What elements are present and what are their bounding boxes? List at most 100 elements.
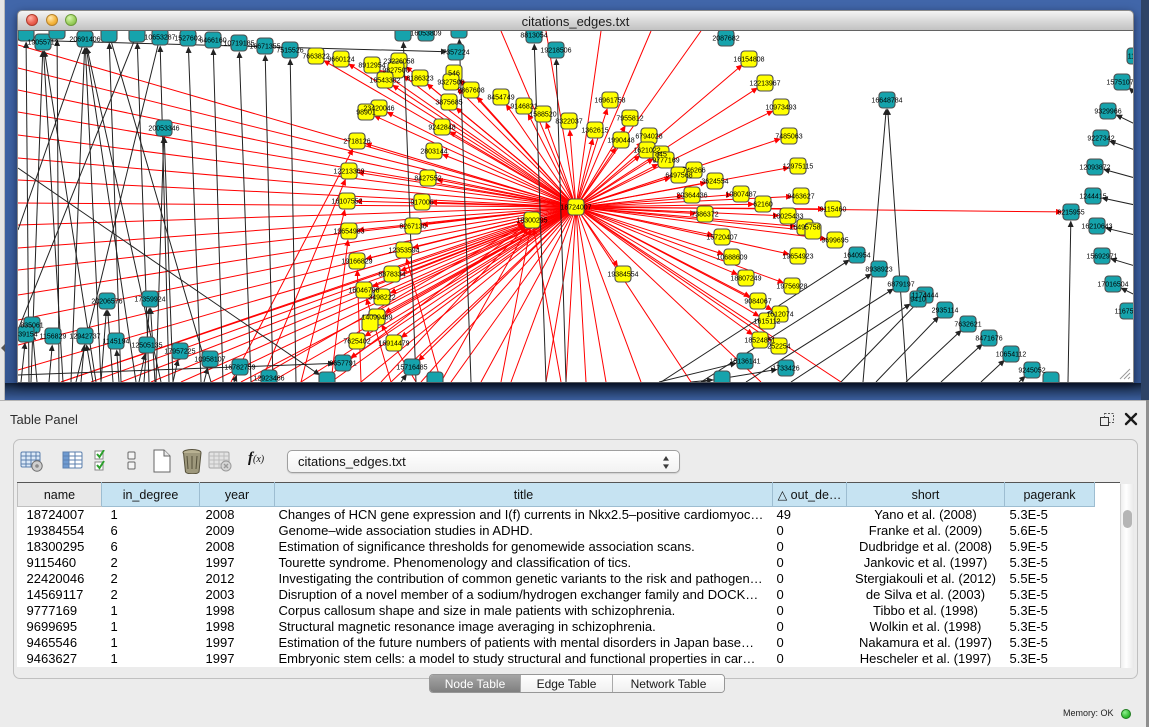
svg-text:9327508: 9327508 [437,80,464,87]
svg-text:12975115: 12975115 [783,164,814,171]
svg-text:18807249: 18807249 [730,276,761,283]
svg-text:15716485: 15716485 [396,365,427,372]
svg-text:18724007: 18724007 [560,205,591,212]
svg-text:9329966: 9329966 [1094,109,1121,116]
svg-text:7955812: 7955812 [616,116,643,123]
svg-text:8813054: 8813054 [520,33,547,40]
svg-text:23226058: 23226058 [383,59,414,66]
svg-text:16543382: 16543382 [369,78,400,85]
svg-text:19654923: 19654923 [782,254,813,261]
svg-text:16914479: 16914479 [378,341,409,348]
svg-text:7632621: 7632621 [954,322,981,329]
svg-text:1117: 1117 [1128,54,1134,61]
svg-text:7386372: 7386372 [691,212,718,219]
svg-text:8878334: 8878334 [378,272,405,279]
svg-text:2718126: 2718126 [343,139,370,146]
svg-text:20364436: 20364436 [676,193,707,200]
svg-text:2087682: 2087682 [712,36,739,43]
svg-text:546: 546 [448,71,460,78]
svg-text:12942737: 12942737 [69,334,100,341]
svg-text:252254: 252254 [767,344,790,351]
svg-text:7485063: 7485063 [775,134,802,141]
svg-text:10025433: 10025433 [772,214,803,221]
svg-text:1167533: 1167533 [1115,309,1134,316]
svg-text:9657791: 9657791 [329,361,356,368]
svg-text:12505135: 12505135 [131,343,162,350]
svg-text:835061: 835061 [20,323,43,330]
svg-text:19756928: 19756928 [776,284,807,291]
svg-text:17016504: 17016504 [1097,282,1128,289]
svg-text:6497568: 6497568 [665,173,692,180]
svg-text:1615112: 1615112 [754,319,781,326]
svg-text:12353594: 12353594 [388,248,419,255]
svg-text:9245052: 9245052 [1018,368,1045,375]
svg-text:2803144: 2803144 [420,149,447,156]
svg-text:7357224: 7357224 [442,50,469,57]
svg-text:10807487: 10807487 [725,192,756,199]
svg-text:9115460: 9115460 [820,207,847,214]
svg-text:20206576: 20206576 [91,299,122,306]
svg-text:9660124: 9660124 [327,57,354,64]
svg-text:98901: 98901 [356,110,376,117]
svg-text:10958107: 10958107 [194,357,225,364]
svg-text:9827500: 9827500 [382,68,409,75]
svg-text:18300295: 18300295 [516,218,547,225]
svg-text:8215955: 8215955 [1057,210,1084,217]
svg-text:8322037: 8322037 [555,119,582,126]
svg-text:1156829: 1156829 [40,334,67,341]
svg-text:16495758: 16495758 [789,225,820,232]
svg-text:7515526: 7515526 [276,48,303,55]
svg-text:6879197: 6879197 [887,282,914,289]
svg-text:2867608: 2867608 [457,88,484,95]
svg-text:10653287: 10653287 [144,35,175,42]
svg-text:19654983: 19654983 [333,229,364,236]
svg-text:8186323: 8186323 [406,76,433,83]
svg-text:6794028: 6794028 [635,134,662,141]
svg-text:62160: 62160 [753,202,773,209]
svg-text:16961758: 16961758 [594,98,625,105]
svg-text:15136141: 15136141 [729,359,760,366]
svg-text:17359924: 17359924 [134,297,165,304]
svg-text:12093872: 12093872 [1079,165,1110,172]
svg-text:917006: 917006 [410,200,433,207]
svg-text:7625402: 7625402 [343,339,370,346]
svg-text:16107552: 16107552 [331,199,362,206]
svg-text:9242848: 9242848 [428,125,455,132]
svg-text:9084067: 9084067 [744,299,771,306]
svg-text:10688609: 10688609 [716,255,747,262]
svg-text:9227342: 9227342 [1087,136,1114,143]
svg-text:15751074: 15751074 [1106,80,1134,87]
svg-text:19166829: 19166829 [341,259,372,266]
svg-text:19055712: 19055712 [27,40,58,47]
svg-text:16210643: 16210643 [1081,224,1112,231]
svg-text:8471676: 8471676 [975,336,1002,343]
svg-text:15720407: 15720407 [706,235,737,242]
svg-text:9699695: 9699695 [821,238,848,245]
svg-text:9463627: 9463627 [787,194,814,201]
svg-text:1145194: 1145194 [103,339,130,346]
svg-text:1362615: 1362615 [581,128,608,135]
svg-text:7663822: 7663822 [302,54,329,61]
svg-text:20691406: 20691406 [69,37,100,44]
svg-text:1733426: 1733426 [772,366,799,373]
svg-text:19384554: 19384554 [607,272,638,279]
svg-text:15692971: 15692971 [1086,254,1117,261]
svg-text:12213369: 12213369 [333,169,364,176]
svg-text:14099489: 14099489 [361,315,392,322]
svg-text:12213967: 12213967 [749,81,780,88]
svg-text:8454749: 8454749 [487,95,514,102]
svg-text:16648784: 16648784 [871,98,902,105]
svg-text:3624554: 3624554 [701,179,728,186]
svg-text:16154808: 16154808 [733,57,764,64]
svg-text:3498222: 3498222 [368,295,395,302]
svg-text:1244415: 1244415 [1079,194,1106,201]
svg-text:1612074: 1612074 [766,312,793,319]
svg-text:1640954: 1640954 [843,253,870,260]
svg-text:10654112: 10654112 [996,352,1027,359]
svg-text:17957225: 17957225 [164,349,195,356]
svg-text:8938923: 8938923 [865,267,892,274]
svg-text:939154: 939154 [18,332,38,339]
svg-text:9410: 9410 [910,297,926,304]
svg-text:9777169: 9777169 [652,158,679,165]
svg-text:1527602: 1527602 [174,36,201,43]
